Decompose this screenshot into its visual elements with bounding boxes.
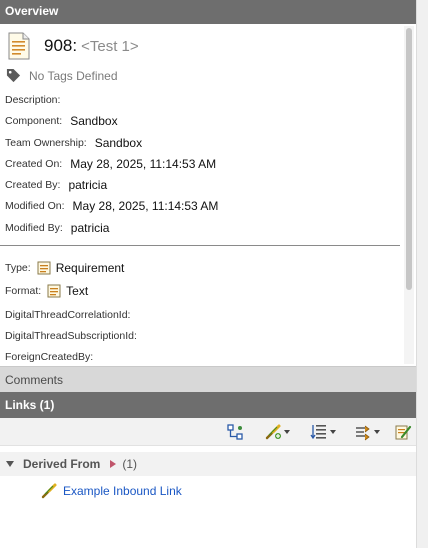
format-field: Format: Text xyxy=(5,284,88,298)
chevron-down-icon xyxy=(374,430,380,434)
modified-on-label: Modified On: xyxy=(5,200,65,212)
created-by-value: patricia xyxy=(68,178,108,192)
text-format-icon xyxy=(47,284,61,298)
component-value[interactable]: Sandbox xyxy=(70,114,117,128)
digital-thread-correlation-label: DigitalThreadCorrelationId: xyxy=(5,309,131,321)
tag-icon xyxy=(6,68,21,83)
digital-thread-subscription-label: DigitalThreadSubscriptionId: xyxy=(5,330,137,342)
link-group-count: (1) xyxy=(122,457,138,471)
format-label: Format: xyxy=(5,285,42,297)
component-label: Component: xyxy=(5,115,63,127)
overview-scrollbar[interactable] xyxy=(404,26,414,364)
inbound-arrow-icon xyxy=(110,460,117,468)
digital-thread-subscription-field: DigitalThreadSubscriptionId: xyxy=(5,330,137,342)
type-label: Type: xyxy=(5,262,31,274)
modified-on-value: May 28, 2025, 11:14:53 AM xyxy=(72,199,219,213)
created-on-value: May 28, 2025, 11:14:53 AM xyxy=(70,157,217,171)
format-value[interactable]: Text xyxy=(66,284,88,298)
link-item[interactable]: Example Inbound Link xyxy=(40,482,182,500)
modified-by-label: Modified By: xyxy=(5,222,63,234)
chevron-down-icon xyxy=(284,430,290,434)
created-by-field: Created By: patricia xyxy=(5,178,107,192)
add-link-button[interactable] xyxy=(264,423,290,441)
item-id: 908: xyxy=(44,36,78,55)
scrollbar-thumb[interactable] xyxy=(406,28,412,290)
link-icon xyxy=(41,483,57,499)
chevron-down-icon xyxy=(330,430,336,434)
component-field: Component: Sandbox xyxy=(5,114,118,128)
item-title: 908: <Test 1> xyxy=(8,30,139,62)
sort-button[interactable] xyxy=(310,423,336,441)
edit-icon xyxy=(395,425,412,440)
links-panel: Derived From (1) Example Inbound Link xyxy=(0,446,416,548)
link-add-icon xyxy=(265,424,281,440)
type-value[interactable]: Requirement xyxy=(56,261,125,275)
sort-icon xyxy=(310,425,326,440)
created-by-label: Created By: xyxy=(5,179,61,191)
filter-icon xyxy=(356,425,370,441)
links-header[interactable]: Links (1) xyxy=(0,392,416,418)
created-on-field: Created On: May 28, 2025, 11:14:53 AM xyxy=(5,157,216,171)
tags-text: No Tags Defined xyxy=(29,68,118,83)
modified-by-value: patricia xyxy=(70,221,110,235)
team-ownership-field: Team Ownership: Sandbox xyxy=(5,136,142,150)
section-divider xyxy=(0,245,400,246)
links-toolbar xyxy=(0,418,416,446)
tags-row[interactable]: No Tags Defined xyxy=(6,68,118,83)
comments-header[interactable]: Comments xyxy=(0,366,416,392)
created-on-label: Created On: xyxy=(5,158,63,170)
link-group-name: Derived From xyxy=(23,457,101,471)
overview-panel: 908: <Test 1> No Tags Defined Descriptio… xyxy=(0,24,416,366)
description-field: Description: xyxy=(5,94,68,106)
team-ownership-label: Team Ownership: xyxy=(5,137,87,149)
foreign-created-by-label: ForeignCreatedBy: xyxy=(5,351,94,363)
hierarchy-icon xyxy=(227,424,243,440)
description-label: Description: xyxy=(5,94,61,106)
filter-links-button[interactable] xyxy=(354,423,380,441)
foreign-created-by-field: ForeignCreatedBy: xyxy=(5,351,93,363)
show-hierarchy-button[interactable] xyxy=(226,423,244,441)
requirement-type-icon xyxy=(37,261,51,275)
link-text[interactable]: Example Inbound Link xyxy=(63,484,182,498)
type-field: Type: Requirement xyxy=(5,261,124,275)
digital-thread-correlation-field: DigitalThreadCorrelationId: xyxy=(5,309,130,321)
collapse-triangle-icon[interactable] xyxy=(6,461,14,467)
overview-header[interactable]: Overview xyxy=(0,0,416,24)
right-gutter xyxy=(416,0,428,548)
requirement-document-icon xyxy=(8,32,30,60)
item-name[interactable]: <Test 1> xyxy=(81,38,139,55)
modified-by-field: Modified By: patricia xyxy=(5,221,109,235)
edit-button[interactable] xyxy=(394,423,412,441)
team-ownership-value[interactable]: Sandbox xyxy=(95,136,142,150)
modified-on-field: Modified On: May 28, 2025, 11:14:53 AM xyxy=(5,199,218,213)
link-group-derived-from[interactable]: Derived From (1) xyxy=(0,452,416,476)
